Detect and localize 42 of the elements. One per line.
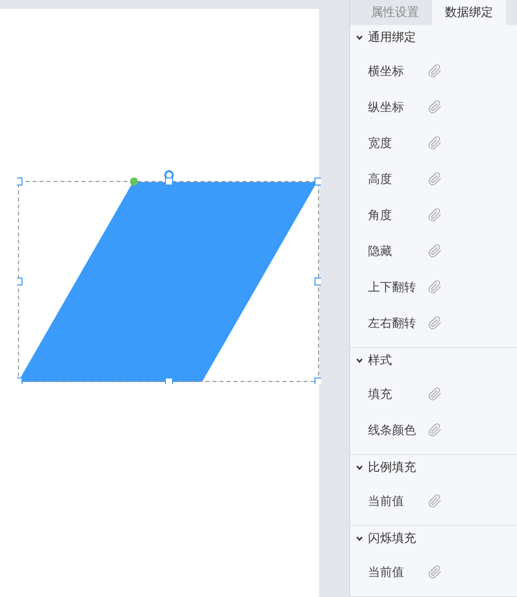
tab[interactable]: 数据绑定: [432, 0, 506, 25]
section-header[interactable]: 比例填充: [350, 455, 517, 479]
binding-label: 当前值: [368, 492, 405, 510]
paperclip-icon[interactable]: [428, 208, 442, 222]
resize-handle[interactable]: [314, 378, 321, 384]
resize-handle[interactable]: [314, 278, 321, 286]
paperclip-icon[interactable]: [428, 565, 442, 579]
paperclip-icon[interactable]: [428, 64, 442, 78]
binding-label: 宽度: [368, 134, 393, 152]
paperclip-icon[interactable]: [428, 494, 442, 508]
section-header[interactable]: 样式: [350, 348, 517, 372]
binding-label: 左右翻转: [368, 314, 417, 332]
binding-label: 横坐标: [368, 62, 405, 80]
paperclip-icon[interactable]: [428, 244, 442, 258]
vertex-handle[interactable]: [130, 178, 138, 186]
resize-handle[interactable]: [314, 178, 321, 186]
binding-label: 角度: [368, 206, 393, 224]
chevron-icon: [356, 358, 363, 362]
chevron-icon: [356, 34, 363, 40]
resize-handle[interactable]: [165, 378, 173, 384]
binding-label: 线条颜色: [368, 422, 417, 438]
paperclip-icon[interactable]: [428, 280, 442, 294]
resize-handle[interactable]: [17, 178, 22, 186]
paperclip-icon[interactable]: [428, 172, 442, 186]
paperclip-icon[interactable]: [428, 423, 442, 437]
paperclip-icon[interactable]: [428, 100, 442, 114]
chevron-icon: [356, 536, 363, 540]
canvas[interactable]: [0, 9, 319, 597]
resize-handle[interactable]: [165, 178, 173, 186]
binding-label: 隐藏: [368, 242, 393, 260]
paperclip-icon[interactable]: [428, 316, 442, 330]
binding-label: 填充: [368, 386, 393, 402]
binding-label: 高度: [368, 170, 393, 188]
resize-handle[interactable]: [17, 278, 22, 286]
paperclip-icon[interactable]: [428, 387, 442, 401]
section-header[interactable]: 通用绑定: [350, 25, 517, 49]
section-header[interactable]: 闪烁填充: [350, 526, 517, 550]
binding-label: 纵坐标: [368, 98, 405, 116]
paperclip-icon[interactable]: [428, 136, 442, 150]
binding-label: 上下翻转: [368, 278, 417, 296]
chevron-icon: [356, 464, 363, 470]
binding-label: 当前值: [368, 564, 405, 580]
